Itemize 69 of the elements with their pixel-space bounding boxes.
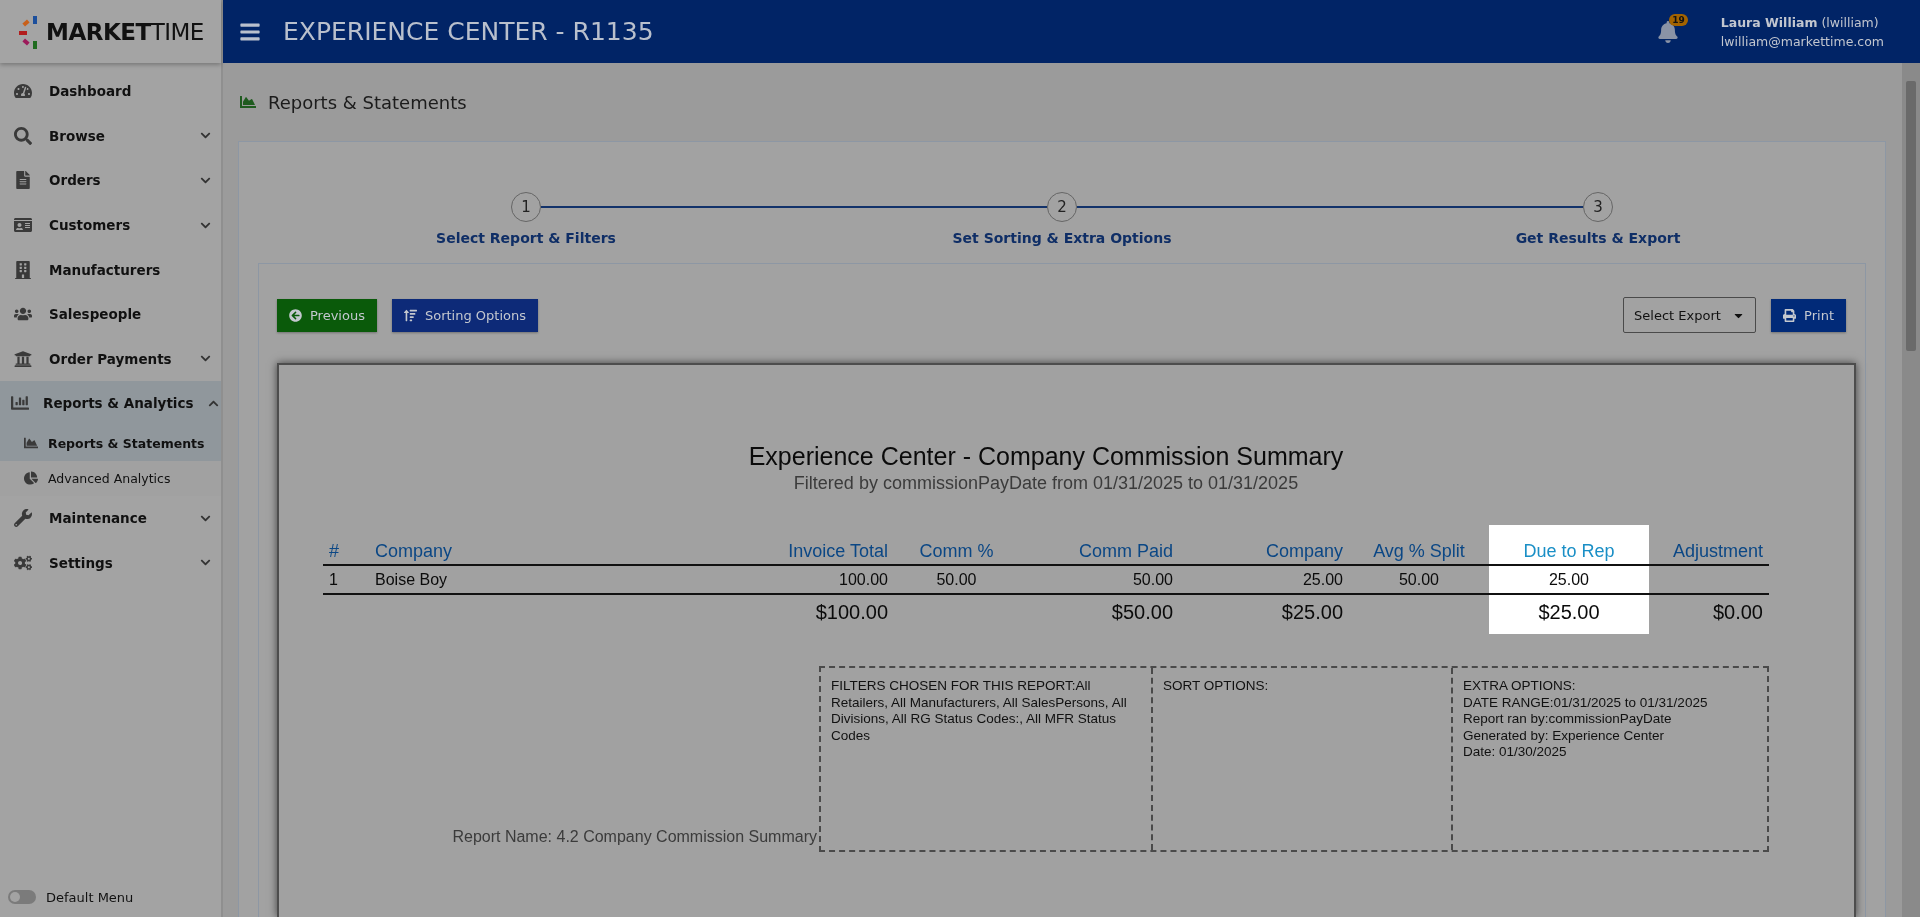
bar-chart-icon [11,394,29,413]
step-label[interactable]: Set Sorting & Extra Options [952,230,1172,246]
step-number: 3 [1583,192,1613,222]
filters-text: FILTERS CHOSEN FOR THIS REPORT:All Retailers, All Manufacturers, All SalesPersons, All Divisions, All RG Status Codes:, All MFR Status Codes [830,677,1128,745]
sort-options-text: SORT OPTIONS: [1151,668,1451,850]
total-cell: $50.00 [1019,594,1179,634]
total-cell: $25.00 [1489,594,1649,634]
area-chart-icon [22,436,40,451]
table-cell: 50.00 [894,565,1019,594]
sidebar-item[interactable]: Settings [0,540,221,585]
total-cell: $25.00 [1179,594,1349,634]
sidebar-item[interactable]: Browse [0,113,221,159]
total-cell: $0.00 [1649,594,1769,634]
table-cell: 100.00 [719,565,894,594]
notification-badge: 19 [1669,13,1688,26]
table-cell: 25.00 [1179,565,1349,594]
sorting-options-button[interactable]: Sorting Options [391,298,538,332]
step-number: 1 [511,192,541,222]
page-title: Reports & Statements [268,91,467,113]
chevron-icon [200,175,211,186]
sidebar-item[interactable]: Orders [0,158,221,203]
report-name: Report Name: 4.2 Company Commission Summary [451,828,818,847]
printer-icon [1783,308,1797,322]
toggle-label: Default Menu [46,889,134,905]
sidebar-item[interactable]: Dashboard [0,69,221,114]
column-header: Comm Paid [1019,525,1179,565]
step-label[interactable]: Get Results & Export [1515,230,1681,246]
gears-icon [11,553,35,572]
search-icon [11,126,35,145]
sidebar-subitem[interactable]: Reports & Statements [0,425,221,461]
pie-chart-icon [22,471,40,486]
table-cell: Boise Boy [369,565,719,594]
sidebar-item[interactable]: Salespeople [0,291,221,337]
logo-text: MARKETTIME [46,18,204,45]
wrench-icon [11,509,35,528]
scrollbar-thumb[interactable] [1906,81,1916,351]
table-cell: 50.00 [1019,565,1179,594]
arrow-left-icon [289,308,302,322]
step-label[interactable]: Select Report & Filters [436,230,616,246]
column-header: Company [369,525,719,565]
step-number: 2 [1047,192,1077,222]
column-header: Invoice Total [719,525,894,565]
toggle-switch[interactable] [8,890,36,904]
sidebar-item[interactable]: Maintenance [0,495,221,541]
column-header: Adjustment [1649,525,1769,565]
user-email: lwilliam@markettime.com [1720,32,1884,51]
export-select[interactable]: Select Export [1623,297,1757,333]
extra-options-text: EXTRA OPTIONS: DATE RANGE:01/31/2025 to 01/31/2025 Report ran by:commissionPayDate Generated by: Experience Center Date: 01/30/2025 [1451,668,1767,850]
id-card-icon [11,216,35,235]
table-cell: 1 [323,565,369,594]
previous-button[interactable]: Previous [277,298,377,332]
sort-icon [403,308,417,322]
sidebar-item[interactable]: Reports & Analytics [0,381,221,426]
print-button[interactable]: Print [1771,298,1846,332]
area-chart-icon [240,94,256,110]
gauge-icon [11,82,35,101]
report-subtitle: Filtered by commissionPayDate from 01/31/2025 to 01/31/2025 [792,473,1300,494]
total-cell: $100.00 [719,594,894,634]
report-title: Experience Center - Company Commission Summary [747,442,1345,471]
user-name: Laura William (lwilliam) [1720,13,1880,32]
sidebar-item[interactable]: Manufacturers [0,247,221,292]
column-header: Company [1179,525,1349,565]
sidebar-item[interactable]: Customers [0,202,221,248]
sidebar-item[interactable]: Order Payments [0,336,221,382]
logo-icon [18,13,40,50]
column-header: # [323,525,369,565]
header-title: EXPERIENCE CENTER - R1135 [283,17,655,46]
column-header: Comm % [894,525,1019,565]
column-header: Due to Rep [1489,525,1649,565]
